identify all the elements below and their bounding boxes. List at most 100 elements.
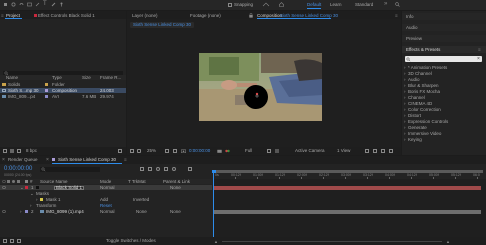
- category-item[interactable]: › Boris FX Mocha: [402, 89, 486, 94]
- transfer-controls-icon[interactable]: [10, 239, 14, 243]
- camera-snapshot-icon[interactable]: [181, 149, 186, 153]
- guides-icon[interactable]: [173, 149, 177, 153]
- resolution-icon[interactable]: [165, 149, 169, 153]
- toggle-pixel-aspect-icon[interactable]: [365, 149, 369, 153]
- workspace-learn[interactable]: Learn: [330, 2, 342, 8]
- category-item[interactable]: › CINEMA 4D: [402, 101, 486, 106]
- layer-mode[interactable]: Normal: [100, 209, 115, 214]
- workspace-overflow-icon[interactable]: »: [384, 1, 387, 7]
- col-trkmat[interactable]: T TrkMat: [128, 179, 146, 184]
- new-comp-icon[interactable]: [17, 149, 21, 153]
- trash-icon[interactable]: [118, 149, 122, 153]
- clear-search-icon[interactable]: ×: [477, 56, 480, 62]
- playhead[interactable]: [213, 170, 214, 237]
- viewer-timecode[interactable]: 0:00:00:00: [189, 148, 210, 154]
- search-help-icon[interactable]: [395, 2, 400, 7]
- bpc-label[interactable]: 8 bpc: [26, 148, 37, 154]
- region-of-interest-icon[interactable]: [267, 149, 271, 153]
- motion-blur-icon[interactable]: [172, 167, 176, 171]
- layer-2-track-bar[interactable]: [213, 210, 481, 214]
- layer-mode[interactable]: Normal: [100, 185, 115, 190]
- home-icon[interactable]: [279, 2, 284, 7]
- panel-menu-icon[interactable]: ≡: [1, 13, 4, 18]
- zoom-out-icon[interactable]: ▲: [214, 239, 218, 244]
- reset-link[interactable]: Reset: [100, 203, 112, 208]
- project-item-row[interactable]: Solids Folder: [0, 82, 126, 87]
- category-item[interactable]: › * Animation Presets: [402, 65, 486, 70]
- tab-render-queue[interactable]: Render Queue: [8, 157, 38, 163]
- time-ruler[interactable]: 0s 00:12f 01:00f 01:12f 02:00f 02:12f 03:00f 03…: [213, 170, 486, 179]
- col-name[interactable]: Name: [6, 75, 18, 80]
- toggle-switches-modes[interactable]: Toggle Switches / Modes: [106, 238, 156, 244]
- lock-icon[interactable]: [249, 13, 253, 18]
- mask-mode[interactable]: Add: [100, 197, 108, 202]
- col-type[interactable]: Type: [52, 75, 62, 80]
- draft-3d-icon[interactable]: [148, 167, 152, 171]
- camera-dropdown[interactable]: Active Camera: [295, 148, 325, 154]
- timeline-icon[interactable]: [381, 149, 385, 153]
- frame-blending-icon[interactable]: [164, 167, 168, 171]
- layer-trkmat[interactable]: None: [136, 209, 147, 214]
- info-section[interactable]: Info: [402, 13, 486, 20]
- snapping-checkbox[interactable]: [228, 3, 232, 7]
- brush-tool-icon[interactable]: [51, 2, 56, 7]
- timeline-property-row[interactable]: › Transform Reset: [0, 203, 212, 208]
- always-preview-icon[interactable]: [130, 149, 134, 153]
- graph-editor-icon[interactable]: [188, 167, 192, 171]
- audio-section[interactable]: Audio: [402, 24, 486, 31]
- preview-section[interactable]: Preview: [402, 35, 486, 42]
- zoom-dropdown[interactable]: 25%: [147, 148, 156, 154]
- timeline-layer-row[interactable]: › 2 IMG_8099 (1).mp4 Normal None None: [0, 209, 212, 214]
- timeline-property-row[interactable]: ⌄ Masks: [0, 191, 212, 196]
- snapshot-icon[interactable]: [217, 149, 222, 153]
- tab-layer[interactable]: Layer (none): [132, 13, 158, 19]
- effects-search-field[interactable]: ×: [405, 56, 482, 62]
- timeline-property-row[interactable]: › Mask 1 Add Inverted: [0, 197, 212, 202]
- layer-parent[interactable]: None: [170, 185, 181, 190]
- chevron-right-icon[interactable]: ›: [30, 203, 32, 208]
- timeline-layer-row[interactable]: ⌄ 1 Black Solid 1 Normal None: [0, 185, 212, 190]
- fast-previews-icon[interactable]: [373, 149, 377, 153]
- effects-presets-header[interactable]: Effects & Presets ≡: [402, 46, 486, 53]
- timeline-zoom-slider[interactable]: [222, 240, 442, 242]
- category-item[interactable]: › Generate: [402, 125, 486, 130]
- views-dropdown[interactable]: 1 View: [337, 148, 350, 154]
- new-folder-icon[interactable]: [10, 149, 14, 153]
- composition-frame[interactable]: [199, 53, 322, 121]
- zoom-in-icon[interactable]: ▲: [446, 239, 450, 244]
- show-channel-icon[interactable]: [225, 149, 230, 153]
- pen-tool-icon[interactable]: [35, 2, 40, 7]
- chevron-right-icon[interactable]: ›: [20, 209, 22, 214]
- layer-parent[interactable]: None: [170, 209, 181, 214]
- mask-visibility-icon[interactable]: [137, 149, 141, 153]
- timeline-search-field[interactable]: [40, 167, 100, 172]
- timeline-menu-icon[interactable]: ≡: [124, 157, 127, 162]
- in-out-icon[interactable]: [17, 239, 21, 243]
- category-item[interactable]: › Keying: [402, 137, 486, 142]
- eye-icon[interactable]: [2, 210, 6, 213]
- tab-footage[interactable]: Footage (none): [190, 13, 221, 19]
- category-item[interactable]: › Audio: [402, 77, 486, 82]
- playhead-handle[interactable]: [211, 170, 216, 173]
- layer-label-swatch[interactable]: [25, 186, 28, 189]
- chevron-down-icon[interactable]: ⌄: [30, 191, 34, 196]
- viewer-menu-icon[interactable]: ≡: [395, 13, 398, 18]
- close-icon[interactable]: ×: [46, 157, 49, 163]
- comp-flowchart-icon[interactable]: [140, 167, 144, 171]
- category-item[interactable]: › Blur & Sharpen: [402, 83, 486, 88]
- project-item-row[interactable]: IMG_809...p4 AVI 7.6 MB 29.974: [0, 94, 126, 99]
- tab-effect-controls[interactable]: Effect Controls Black Solid 1: [38, 13, 95, 19]
- text-tool-icon[interactable]: T: [43, 1, 47, 7]
- category-item[interactable]: › Color Correction: [402, 107, 486, 112]
- interpret-footage-icon[interactable]: [3, 149, 7, 153]
- chevron-right-icon[interactable]: ›: [36, 197, 38, 202]
- breadcrumb[interactable]: Sixth Sense Linked Comp 30: [130, 22, 194, 28]
- snap-options-icon[interactable]: [262, 2, 270, 7]
- col-frame-rate[interactable]: Frame R...: [100, 75, 121, 80]
- category-item[interactable]: › Channel: [402, 95, 486, 100]
- workspace-standard[interactable]: Standard: [355, 2, 373, 8]
- rotate-tool-icon[interactable]: [19, 2, 24, 7]
- flowchart-icon[interactable]: [389, 149, 393, 153]
- resolution-dropdown[interactable]: Full: [245, 148, 252, 154]
- mask-inverted[interactable]: Inverted: [133, 197, 149, 202]
